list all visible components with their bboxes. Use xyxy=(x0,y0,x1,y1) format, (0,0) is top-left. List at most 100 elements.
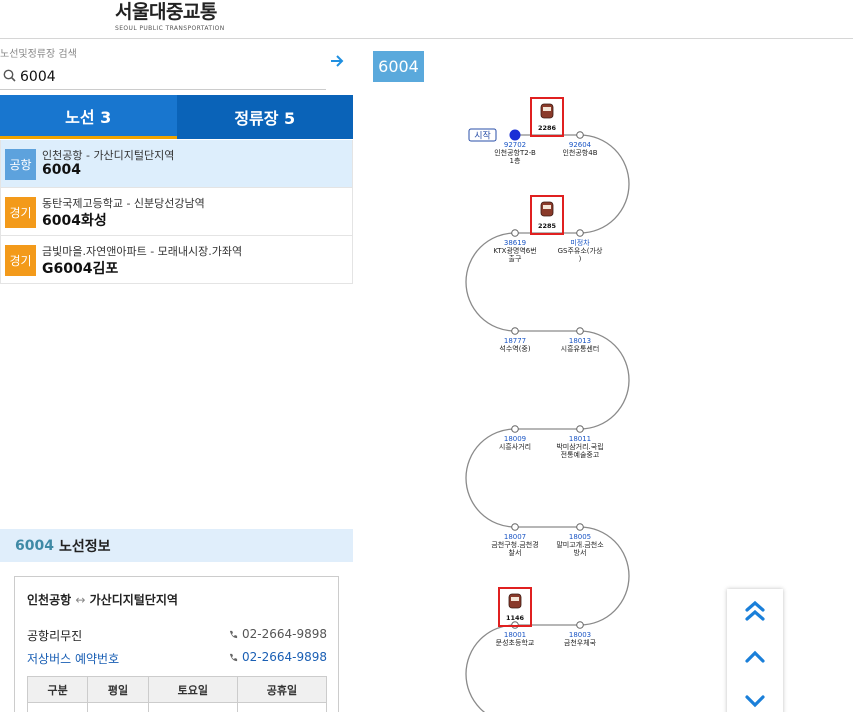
stop-id: 18005 xyxy=(569,533,591,541)
logo-korean: 서울대중교통 xyxy=(115,1,217,23)
route-number: 6004화성 xyxy=(42,213,107,229)
stop-id: 18013 xyxy=(569,337,591,345)
bus-stop[interactable]: 미정차GS주유소(가상) xyxy=(558,229,603,263)
table-header: 구분 xyxy=(26,676,89,703)
list-item[interactable]: 경기 동탄국제고등학교 - 신분당선강남역 6004화성 xyxy=(0,188,353,236)
stop-name: 박미삼거리.국립 xyxy=(556,442,603,451)
bus-window xyxy=(543,107,551,111)
logo[interactable]: 서울대중교통 SEOUL PUBLIC TRANSPORTATION xyxy=(115,0,225,32)
bus-window xyxy=(511,597,519,601)
search-icon xyxy=(3,69,16,82)
stop-name: 금천우체국 xyxy=(564,638,597,647)
stop-dot xyxy=(511,229,519,237)
stop-dot xyxy=(576,523,584,531)
schedule-table: 구분 평일 토요일 공휴일 xyxy=(26,676,328,712)
result-tabs: 노선 3 정류장 5 xyxy=(0,95,353,139)
stop-id: 92604 xyxy=(569,141,592,149)
tab-stops[interactable]: 정류장 5 xyxy=(176,95,353,139)
route-info-box: 인천공항 ↔ 가산디지털단지역 공항리무진 02-2664-9898 저상버스 … xyxy=(14,576,339,712)
route-endpoints: 금빛마을.자연앤아파트 - 모래내시장.가좌역 xyxy=(42,245,243,258)
tab-routes[interactable]: 노선 3 xyxy=(0,95,177,139)
arrow-right-icon[interactable] xyxy=(330,52,344,73)
double-chevron-up-icon[interactable] xyxy=(743,599,767,623)
stop-name: 방서 xyxy=(574,548,587,557)
start-label: 시작 xyxy=(468,128,497,142)
stop-name: GS주유소(가상 xyxy=(558,246,603,255)
stop-name: KTX광명역6번 xyxy=(493,246,536,255)
table-header: 토요일 xyxy=(147,676,238,703)
stop-name: ) xyxy=(579,255,582,263)
bus-plate: 1146 xyxy=(506,614,525,622)
stop-dot xyxy=(511,327,519,335)
stop-id: 18011 xyxy=(569,435,591,443)
bus-plate: 2285 xyxy=(538,222,557,230)
bus-marker[interactable]: 2286 xyxy=(530,97,564,137)
bus-stop[interactable]: 18005말미고개.금천소방서 xyxy=(556,523,604,557)
header: 서울대중교통 SEOUL PUBLIC TRANSPORTATION xyxy=(0,0,853,39)
chevron-up-icon[interactable] xyxy=(743,645,767,669)
stop-id: 18003 xyxy=(569,631,591,639)
company-label: 공항리무진 xyxy=(27,629,83,643)
stop-name: 인천공항T2-B xyxy=(494,148,536,157)
chevron-down-icon[interactable] xyxy=(743,689,767,712)
reservation-label[interactable]: 저상버스 예약번호 xyxy=(27,650,119,667)
route-map[interactable]: 92702인천공항T2-B1층 92604인천공항4B 38619KTX광명역6번출… xyxy=(440,90,640,712)
route-number: 6004 xyxy=(42,162,81,178)
scroll-controls xyxy=(727,589,783,712)
table-header: 평일 xyxy=(87,676,149,703)
route-endpoints: 동탄국제고등학교 - 신분당선강남역 xyxy=(42,197,205,210)
route-result-list: 공항 인천공항 - 가산디지털단지역 6004 경기 동탄국제고등학교 - 신분… xyxy=(0,140,353,284)
logo-english: SEOUL PUBLIC TRANSPORTATION xyxy=(115,25,225,32)
stop-dot xyxy=(576,327,584,335)
bidirectional-arrow-icon: ↔ xyxy=(75,593,86,607)
stop-name: 1층 xyxy=(510,156,521,165)
stop-name: 시흥사거리 xyxy=(499,442,531,451)
stop-name: 찰서 xyxy=(509,548,522,557)
start-label-text: 시작 xyxy=(474,131,491,142)
route-number: G6004김포 xyxy=(42,261,119,277)
bus-marker[interactable]: 1146 xyxy=(498,587,532,627)
phone-icon xyxy=(229,653,238,662)
search-input[interactable] xyxy=(20,66,320,88)
bus-stop[interactable]: 18007금천구청.금천경찰서 xyxy=(491,523,539,557)
bus-plate: 2286 xyxy=(538,124,557,132)
reservation-phone[interactable]: 02-2664-9898 xyxy=(229,650,327,664)
stop-id: 18007 xyxy=(504,533,526,541)
route-info-number: 6004 xyxy=(15,537,54,554)
table-row xyxy=(26,702,328,712)
route-info-heading-label: 노선정보 xyxy=(58,538,111,555)
stop-dot xyxy=(576,131,584,139)
route-number-tag: 6004 xyxy=(373,51,424,82)
stop-name: 말미고개.금천소 xyxy=(556,540,604,549)
search-bar xyxy=(0,66,326,90)
bus-stop[interactable]: 18011박미삼거리.국립전통예술중고 xyxy=(556,425,604,459)
bus-window xyxy=(543,205,551,209)
stop-name: 석수역(중) xyxy=(499,344,530,353)
stop-dot xyxy=(511,425,519,433)
stop-dot xyxy=(576,229,584,237)
stop-name: 시흥유통센터 xyxy=(561,344,600,353)
route-origin: 인천공항 xyxy=(27,593,72,607)
route-type-badge: 경기 xyxy=(5,197,36,228)
stop-id: 18001 xyxy=(504,631,526,639)
stop-name: 출구 xyxy=(509,254,522,263)
stop-name: 인천공항4B xyxy=(562,148,597,157)
stop-dot xyxy=(576,621,584,629)
table-header: 공휴일 xyxy=(236,676,328,703)
route-type-badge: 경기 xyxy=(5,245,36,276)
stop-name: 금천구청.금천경 xyxy=(491,540,538,549)
list-item[interactable]: 공항 인천공항 - 가산디지털단지역 6004 xyxy=(0,140,353,188)
start-stop-dot xyxy=(509,129,521,141)
route-info-heading: 6004 노선정보 xyxy=(0,529,353,562)
route-info-title: 인천공항 ↔ 가산디지털단지역 xyxy=(27,591,178,608)
app-root: 서울대중교통 SEOUL PUBLIC TRANSPORTATION 노선및정류… xyxy=(0,0,853,712)
stop-name: 전통예술중고 xyxy=(561,450,600,459)
company-phone[interactable]: 02-2664-9898 xyxy=(229,627,327,641)
stop-name: 문성초등학교 xyxy=(496,638,535,647)
table-header-row: 구분 평일 토요일 공휴일 xyxy=(26,676,328,703)
stop-id: 38619 xyxy=(504,239,526,247)
company-phone-number: 02-2664-9898 xyxy=(241,627,327,641)
list-item[interactable]: 경기 금빛마을.자연앤아파트 - 모래내시장.가좌역 G6004김포 xyxy=(0,236,353,284)
bus-marker[interactable]: 2285 xyxy=(530,195,564,235)
route-endpoints: 인천공항 - 가산디지털단지역 xyxy=(42,149,175,162)
